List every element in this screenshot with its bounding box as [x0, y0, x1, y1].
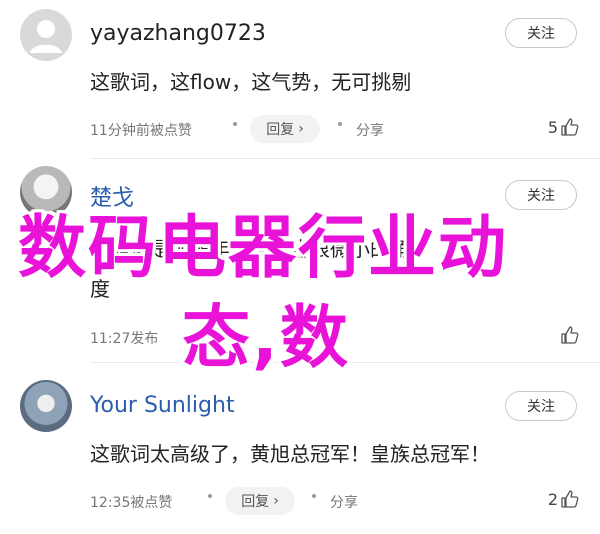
divider: [90, 158, 600, 159]
like-button[interactable]: [558, 325, 580, 345]
thumbs-up-icon: [561, 490, 579, 508]
follow-button[interactable]: 关注: [505, 180, 577, 210]
comment-meta: 11分钟前被点赞 回复 › 分享 5: [90, 115, 580, 145]
comment-1: yayazhang0723 关注 这歌词，这flow，这气势，无可挑剔 11分钟…: [0, 0, 600, 160]
chevron-right-icon: ›: [298, 121, 304, 137]
reply-label: 回复: [241, 494, 270, 510]
like-count: 5: [547, 117, 558, 137]
chevron-right-icon: ›: [273, 493, 279, 509]
reply-label: 回复: [266, 122, 295, 138]
avatar[interactable]: [20, 380, 72, 432]
username[interactable]: Your Sunlight: [90, 393, 235, 418]
share-button[interactable]: 分享: [330, 492, 358, 512]
follow-button[interactable]: 关注: [505, 18, 577, 48]
comment-time: 11:27发布: [90, 331, 159, 347]
comment-time: 12:35被点赞: [90, 495, 173, 511]
share-dot-icon: [312, 494, 316, 498]
reply-button[interactable]: 回复 ›: [225, 487, 295, 515]
thumbs-up-icon: [561, 118, 579, 136]
separator-dot: [208, 494, 212, 498]
comment-time: 11分钟前被点赞: [90, 123, 192, 139]
follow-button[interactable]: 关注: [505, 391, 577, 421]
comment-meta: 12:35被点赞 回复 › 分享 2: [90, 487, 580, 517]
share-dot-icon: [338, 122, 342, 126]
overlay-title-line2: 态,数: [182, 299, 350, 378]
like-button[interactable]: 2: [548, 489, 580, 509]
thumbs-up-icon: [561, 326, 579, 344]
comment-text: 这歌词，这flow，这气势，无可挑剔: [90, 70, 412, 94]
comment-3: Your Sunlight 关注 这歌词太高级了，黄旭总冠军！皇族总冠军！ 12…: [0, 363, 600, 534]
separator-dot: [233, 122, 237, 126]
like-count: 2: [547, 489, 558, 509]
avatar[interactable]: [20, 9, 72, 61]
comment-text: 这歌词太高级了，黄旭总冠军！皇族总冠军！: [90, 442, 490, 466]
share-button[interactable]: 分享: [356, 120, 384, 140]
reply-button[interactable]: 回复 ›: [250, 115, 320, 143]
username[interactable]: yayazhang0723: [90, 21, 266, 46]
overlay-title-line1: 数码电器行业动: [18, 209, 509, 288]
default-person-icon: [30, 20, 62, 53]
like-button[interactable]: 5: [548, 117, 580, 137]
